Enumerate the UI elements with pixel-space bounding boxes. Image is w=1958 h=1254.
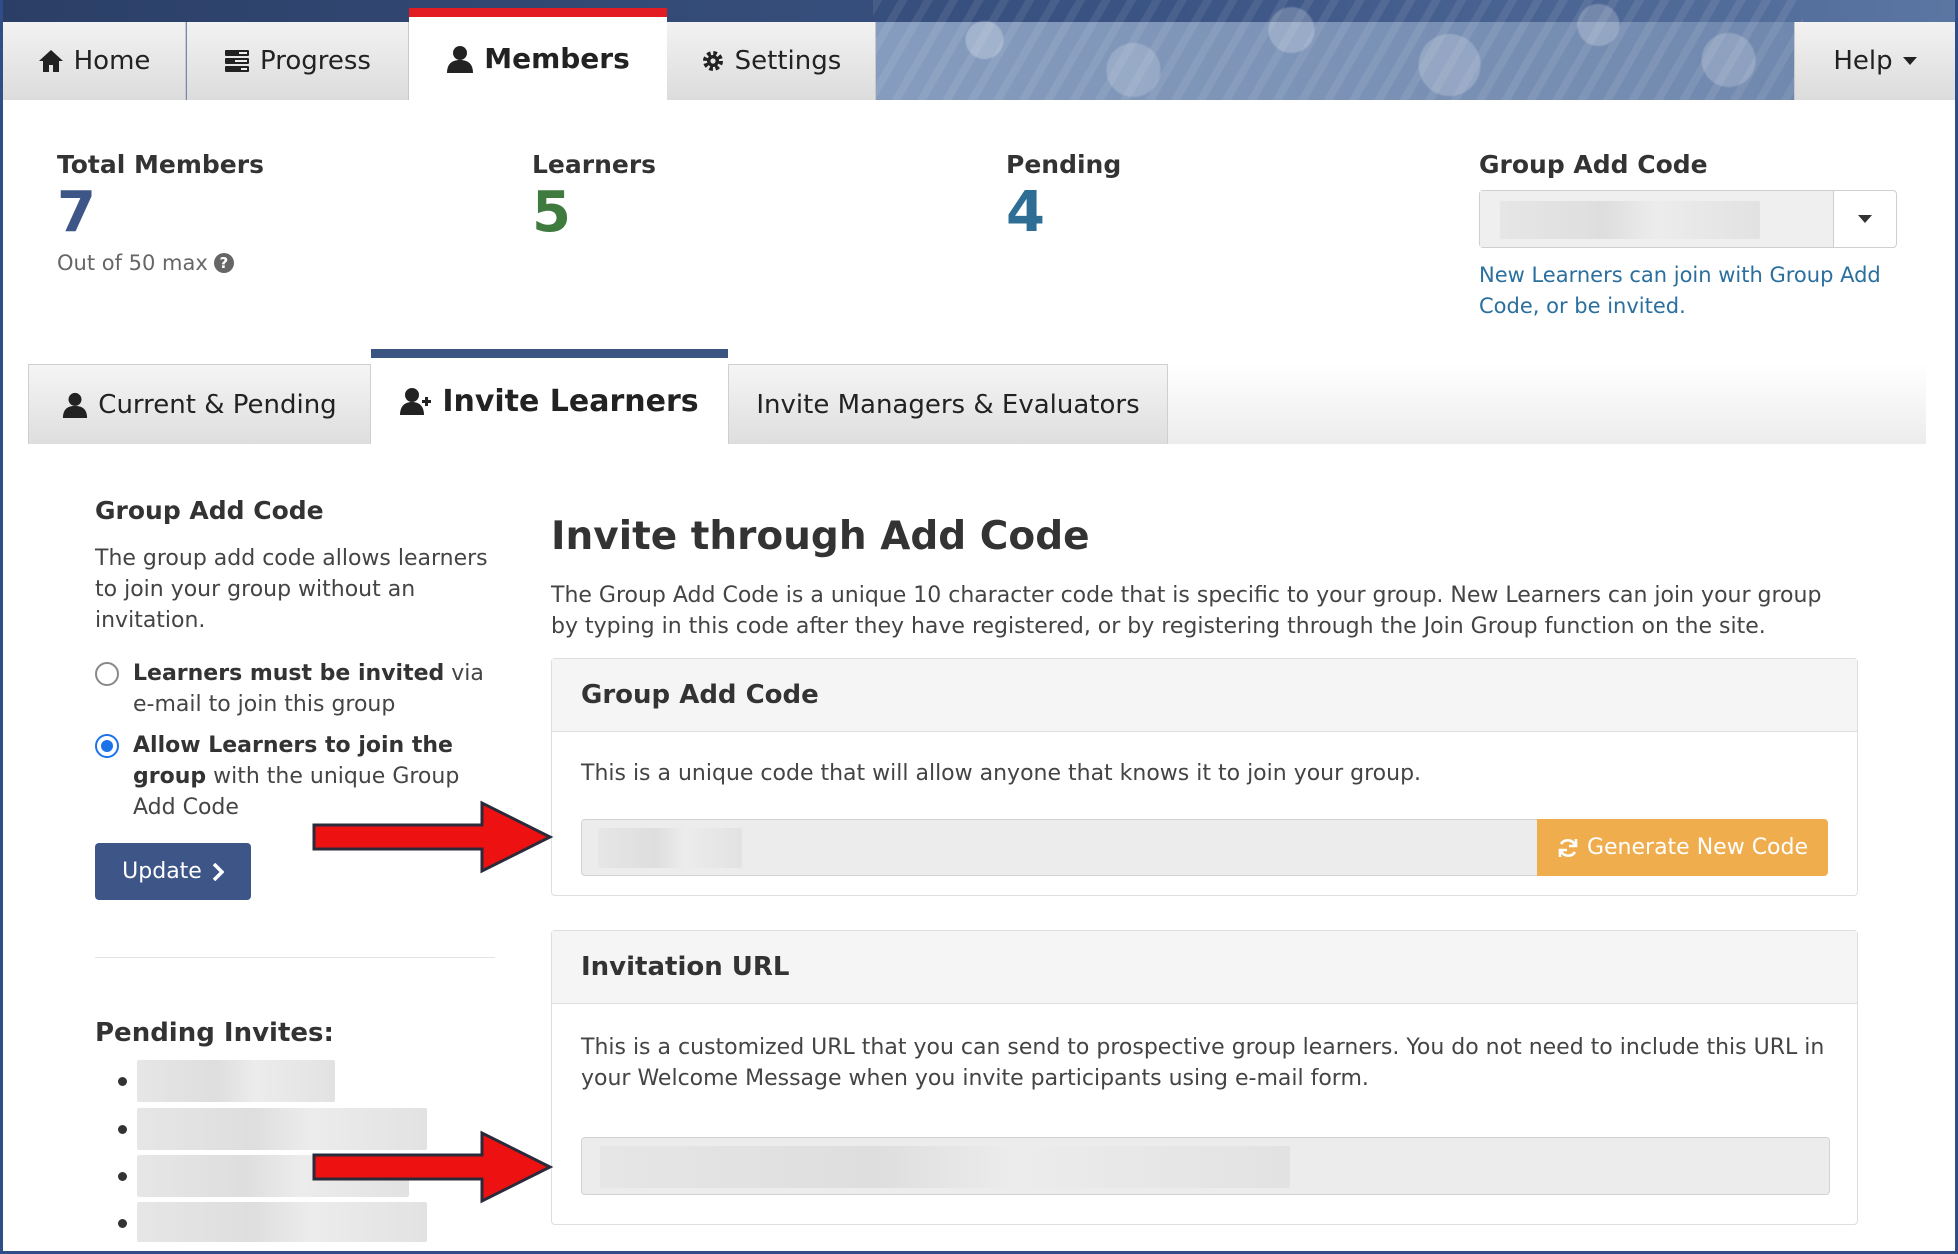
pending-invites-title: Pending Invites: xyxy=(95,1018,334,1048)
tab-invite-learners[interactable]: Invite Learners xyxy=(371,349,728,444)
stat-group-add-code-label: Group Add Code xyxy=(1479,150,1708,179)
user-plus-icon xyxy=(400,388,432,415)
stat-pending-value: 4 xyxy=(1006,180,1045,245)
list-item-bullet xyxy=(118,1219,127,1228)
update-button-label: Update xyxy=(122,859,202,884)
stat-learners-label: Learners xyxy=(532,150,657,179)
nav-tab-progress-label: Progress xyxy=(260,46,371,76)
stat-total-members-label: Total Members xyxy=(57,150,264,179)
nav-tab-home[interactable]: Home xyxy=(3,22,186,100)
list-item-bullet xyxy=(118,1077,127,1086)
sidebar-group-add-code: Group Add Code The group add code allows… xyxy=(95,496,495,823)
stat-learners: Learners 5 xyxy=(532,150,656,241)
sidebar-description: The group add code allows learners to jo… xyxy=(95,546,488,633)
help-question-icon[interactable]: ? xyxy=(213,253,234,273)
tab-invite-managers-label: Invite Managers & Evaluators xyxy=(756,389,1140,420)
sidebar-title: Group Add Code xyxy=(95,496,324,525)
invitation-url-panel: Invitation URL This is a customized URL … xyxy=(551,930,1858,1225)
user-icon xyxy=(447,45,474,73)
tab-current-pending[interactable]: Current & Pending xyxy=(28,364,371,444)
group-add-code-value-redacted xyxy=(1480,191,1834,247)
pending-invite-redacted xyxy=(137,1202,427,1242)
nav-tab-settings[interactable]: Settings xyxy=(667,22,876,100)
stat-pending-label: Pending xyxy=(1006,150,1122,179)
group-add-code-select[interactable] xyxy=(1479,190,1897,248)
help-menu[interactable]: Help xyxy=(1794,22,1955,100)
nav-tab-members-label: Members xyxy=(484,42,630,75)
help-menu-label: Help xyxy=(1833,46,1893,76)
list-item-bullet xyxy=(118,1125,127,1134)
chevron-right-icon xyxy=(212,862,224,881)
option-must-be-invited-label: Learners must be invited via e-mail to j… xyxy=(133,661,484,717)
stat-total-members-sub: Out of 50 max ? xyxy=(57,251,264,275)
nav-tab-home-label: Home xyxy=(73,46,151,76)
tab-invite-learners-label: Invite Learners xyxy=(442,383,699,419)
refresh-icon xyxy=(1558,838,1578,857)
generate-new-code-button[interactable]: Generate New Code xyxy=(1537,819,1828,876)
home-icon xyxy=(38,50,63,72)
list-item-bullet xyxy=(118,1172,127,1181)
group-add-code-panel-title: Group Add Code xyxy=(552,659,1857,732)
tab-current-pending-label: Current & Pending xyxy=(98,389,337,420)
invitation-url-panel-title: Invitation URL xyxy=(552,931,1857,1004)
sidebar-divider xyxy=(95,957,495,958)
group-add-code-panel: Group Add Code This is a unique code tha… xyxy=(551,658,1858,896)
red-arrow-annotation xyxy=(312,800,554,874)
caret-down-icon xyxy=(1858,215,1872,223)
page-title: Invite through Add Code xyxy=(551,514,1090,559)
radio-must-be-invited[interactable] xyxy=(95,662,119,686)
group-add-code-note: New Learners can join with Group Add Cod… xyxy=(1479,263,1881,318)
radio-allow-join[interactable] xyxy=(95,734,119,758)
user-icon xyxy=(63,392,88,418)
stat-learners-value: 5 xyxy=(532,180,571,245)
caret-down-icon xyxy=(1902,57,1917,65)
group-add-code-dropdown-toggle[interactable] xyxy=(1834,191,1896,247)
nav-banner-pattern xyxy=(873,0,1803,100)
nav-tab-settings-label: Settings xyxy=(734,46,842,76)
option-must-be-invited[interactable]: Learners must be invited via e-mail to j… xyxy=(95,658,495,720)
gear-icon xyxy=(702,51,723,71)
generate-new-code-label: Generate New Code xyxy=(1586,835,1809,860)
nav-tab-progress[interactable]: Progress xyxy=(187,22,409,100)
invitation-url-field-redacted[interactable] xyxy=(581,1137,1830,1195)
red-arrow-annotation xyxy=(312,1130,554,1204)
stat-group-add-code: Group Add Code xyxy=(1479,150,1708,179)
nav-tab-members[interactable]: Members xyxy=(409,8,667,100)
group-add-code-panel-text: This is a unique code that will allow an… xyxy=(581,761,1422,786)
group-add-code-field-redacted[interactable] xyxy=(581,819,1539,876)
update-button[interactable]: Update xyxy=(95,843,251,900)
stat-total-members: Total Members 7 Out of 50 max ? xyxy=(57,150,264,275)
pending-invite-redacted xyxy=(137,1060,335,1102)
stat-max-text: Out of 50 max xyxy=(57,251,208,275)
invitation-url-panel-text: This is a customized URL that you can se… xyxy=(581,1035,1825,1091)
stat-total-members-value: 7 xyxy=(57,180,96,245)
stat-pending: Pending 4 xyxy=(1006,150,1121,241)
tab-invite-managers[interactable]: Invite Managers & Evaluators xyxy=(728,364,1168,444)
page-description: The Group Add Code is a unique 10 charac… xyxy=(551,583,1822,639)
progress-icon xyxy=(225,50,250,72)
top-nav: Home Progress Members Settings Help xyxy=(3,0,1955,100)
